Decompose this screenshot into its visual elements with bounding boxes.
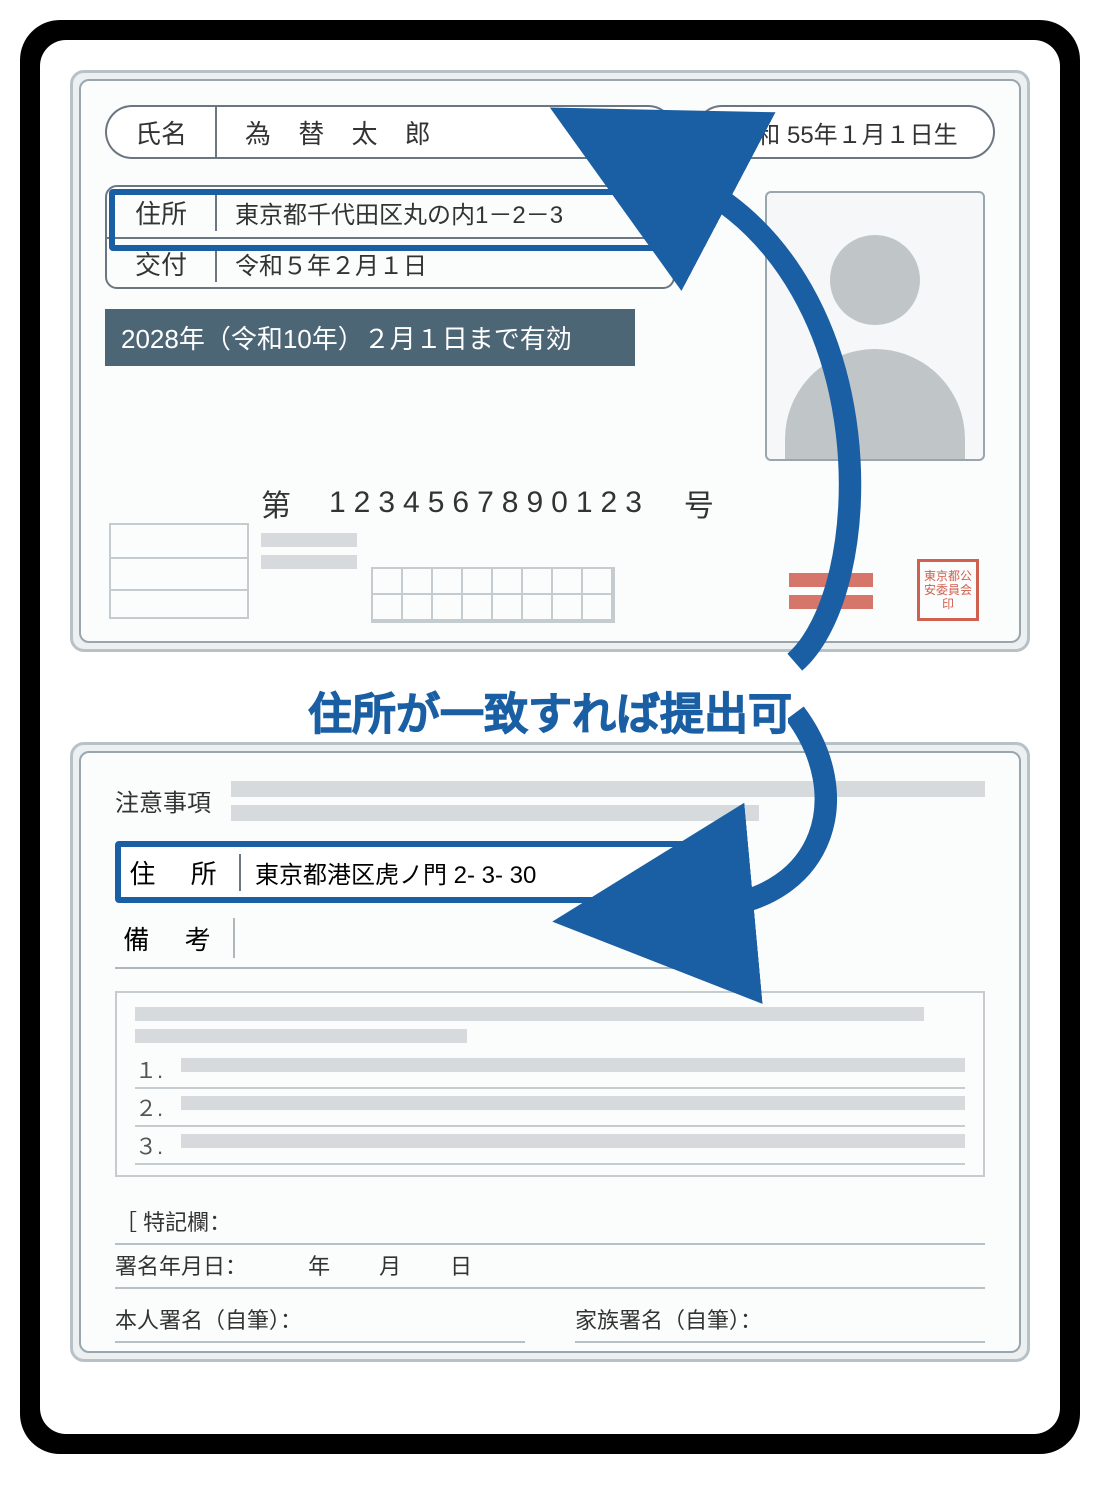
back-address-value: 東京都港区虎ノ門 2- 3- 30: [241, 855, 709, 890]
notes-bars: [231, 781, 985, 829]
address-issue-group: 住所 東京都千代田区丸の内1－2－3 交付 令和５年２月１日: [105, 185, 675, 289]
address-row: 住所 東京都千代田区丸の内1－2－3: [107, 187, 673, 237]
list-row-1: １.: [135, 1051, 965, 1089]
deco-bars: [261, 533, 357, 577]
list-num-2: ２.: [135, 1091, 169, 1123]
back-footer: ［ 特記欄： 署名年月日： 年 月 日 本人署名（自筆）： 家族署名（自: [115, 1201, 985, 1343]
num-prefix: 第: [261, 481, 295, 525]
license-number-row: 第 1234567890123 号: [261, 481, 718, 525]
sign-date-label: 署名年月日：: [115, 1254, 247, 1279]
callout-caption: 住所が一致すれば提出可: [308, 678, 792, 742]
numbered-list: １. ２. ３.: [135, 1051, 965, 1165]
address-label: 住所: [107, 194, 217, 231]
photo-placeholder: [765, 191, 985, 461]
name-row: 氏名 為 替 太 郎 昭和 55年１月１日生: [105, 105, 995, 159]
issue-value: 令和５年２月１日: [217, 246, 673, 281]
back-address-highlight: 住 所 東京都港区虎ノ門 2- 3- 30: [115, 841, 715, 903]
deco-grid: [371, 567, 615, 623]
notes-row: 注意事項: [115, 781, 985, 829]
license-back: 注意事項 住 所 東京都港区虎ノ門 2- 3- 30 備 考: [70, 742, 1030, 1362]
remarks-box: １. ２. ３.: [115, 991, 985, 1177]
issue-label: 交付: [107, 245, 217, 282]
official-stamp: 東京都公安委員会印: [917, 559, 979, 621]
remarks-row: 備 考: [115, 909, 715, 969]
num-suffix: 号: [684, 481, 718, 525]
signature-row: 本人署名（自筆）： 家族署名（自筆）：: [115, 1299, 985, 1343]
month-label: 月: [379, 1254, 401, 1279]
back-address-label: 住 所: [121, 854, 241, 891]
remarks-label: 備 考: [115, 918, 235, 958]
name-label: 氏名: [105, 105, 215, 159]
sign-date-line: 署名年月日： 年 月 日: [115, 1245, 985, 1289]
license-back-inner: 注意事項 住 所 東京都港区虎ノ門 2- 3- 30 備 考: [79, 751, 1021, 1353]
list-num-3: ３.: [135, 1129, 169, 1161]
avatar-body-icon: [785, 349, 965, 461]
year-label: 年: [308, 1254, 330, 1279]
notes-label: 注意事項: [115, 783, 211, 818]
inner-frame: 氏名 為 替 太 郎 昭和 55年１月１日生 住所 東京都千代田区丸の内1－2－…: [40, 40, 1060, 1434]
list-row-3: ３.: [135, 1127, 965, 1165]
num-value: 1234567890123: [329, 486, 650, 520]
issue-row: 交付 令和５年２月１日: [107, 237, 673, 287]
license-front-inner: 氏名 為 替 太 郎 昭和 55年１月１日生 住所 東京都千代田区丸の内1－2－…: [79, 79, 1021, 643]
deco-red-bars: [789, 573, 873, 617]
list-num-1: １.: [135, 1053, 169, 1085]
validity-bar: 2028年（令和10年）２月１日まで有効: [105, 309, 635, 366]
license-front: 氏名 為 替 太 郎 昭和 55年１月１日生 住所 東京都千代田区丸の内1－2－…: [70, 70, 1030, 652]
deco-table-left: [109, 523, 249, 619]
avatar-head-icon: [830, 235, 920, 325]
list-row-2: ２.: [135, 1089, 965, 1127]
special-line: ［ 特記欄：: [115, 1201, 985, 1245]
address-value: 東京都千代田区丸の内1－2－3: [217, 195, 673, 230]
dob: 昭和 55年１月１日生: [695, 105, 995, 159]
family-signature: 家族署名（自筆）：: [575, 1299, 985, 1343]
outer-frame: 氏名 為 替 太 郎 昭和 55年１月１日生 住所 東京都千代田区丸の内1－2－…: [20, 20, 1080, 1454]
name-value: 為 替 太 郎: [215, 105, 675, 159]
day-label: 日: [450, 1254, 472, 1279]
self-signature: 本人署名（自筆）：: [115, 1299, 525, 1343]
